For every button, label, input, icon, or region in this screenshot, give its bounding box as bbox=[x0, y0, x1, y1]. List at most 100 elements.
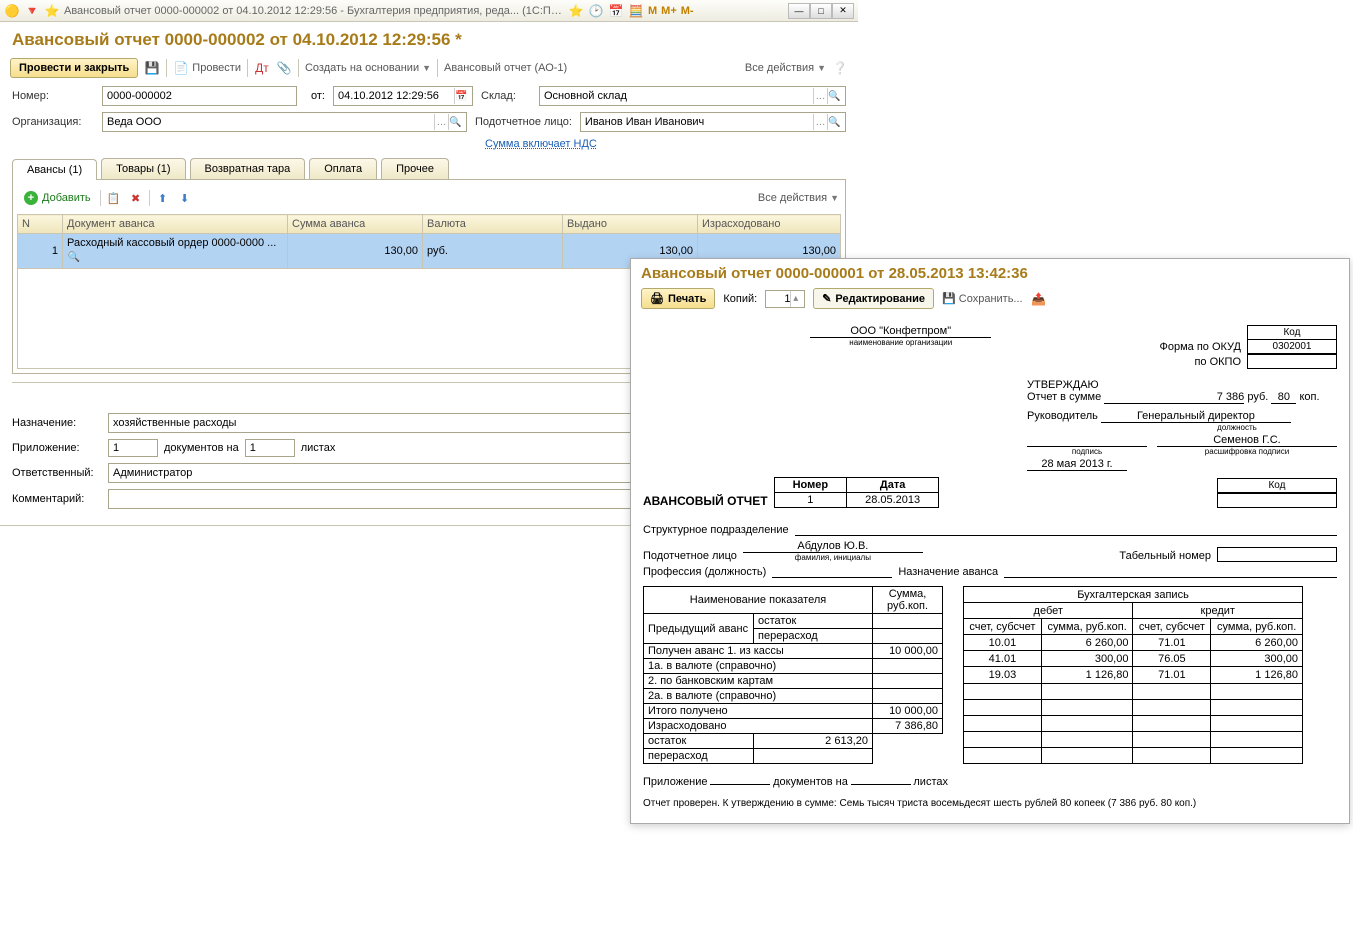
dt-kt-icon[interactable]: Дт bbox=[254, 60, 270, 76]
create-on-button[interactable]: Создать на основании▼ bbox=[305, 62, 431, 74]
comment-label: Комментарий: bbox=[12, 493, 102, 505]
save-icon[interactable]: 💾 bbox=[144, 60, 160, 76]
save-icon: 💾 bbox=[942, 292, 956, 305]
org-name: ООО "Конфетпром" bbox=[810, 325, 991, 338]
warehouse-label: Склад: bbox=[481, 90, 531, 102]
okpo-label: по ОКПО bbox=[1159, 354, 1248, 369]
from-label: от: bbox=[305, 90, 325, 102]
code-header-2: Код bbox=[1217, 478, 1337, 493]
okud-label: Форма по ОКУД bbox=[1159, 339, 1248, 354]
indicators-table: Наименование показателяСумма, руб.коп. П… bbox=[643, 586, 943, 764]
okpo-code bbox=[1247, 354, 1337, 369]
move-down-icon[interactable]: ⬇ bbox=[176, 189, 194, 207]
org-label: Организация: bbox=[12, 116, 94, 128]
tab-goods[interactable]: Товары (1) bbox=[101, 158, 185, 179]
attach-label: Приложение: bbox=[12, 442, 102, 454]
calc-icon[interactable]: 📅 bbox=[608, 3, 624, 19]
col-spent[interactable]: Израсходовано bbox=[698, 215, 841, 234]
grid-all-actions[interactable]: Все действия▼ bbox=[758, 192, 839, 204]
print-button[interactable]: 🖨Печать bbox=[641, 288, 715, 309]
col-doc[interactable]: Документ аванса bbox=[63, 215, 288, 234]
picker-icon[interactable]: … bbox=[434, 114, 448, 130]
warehouse-input[interactable]: Основной склад…🔍 bbox=[539, 86, 846, 106]
tab-strip: Авансы (1) Товары (1) Возвратная тара Оп… bbox=[12, 158, 846, 180]
date-input[interactable]: 04.10.2012 12:29:56📅 bbox=[333, 86, 473, 106]
window-title: Авансовый отчет 0000-000002 от 04.10.201… bbox=[64, 5, 564, 17]
col-issued[interactable]: Выдано bbox=[563, 215, 698, 234]
search-icon[interactable]: 🔍 bbox=[827, 114, 841, 130]
min-button[interactable]: — bbox=[788, 3, 810, 19]
printer-icon: 🖨 bbox=[650, 292, 664, 305]
move-up-icon[interactable]: ⬆ bbox=[154, 189, 172, 207]
mem-m[interactable]: M bbox=[648, 5, 657, 17]
okud-code: 0302001 bbox=[1247, 339, 1337, 354]
search-icon[interactable]: 🔍 bbox=[448, 114, 462, 130]
max-button[interactable]: □ bbox=[810, 3, 832, 19]
export-icon[interactable]: 📤 bbox=[1031, 291, 1047, 307]
command-bar: Провести и закрыть 💾 📄Провести Дт 📎 Созд… bbox=[0, 56, 858, 86]
pages-label: листах bbox=[301, 442, 336, 454]
run-close-button[interactable]: Провести и закрыть bbox=[10, 58, 138, 78]
report-form-button[interactable]: Авансовый отчет (АО-1) bbox=[444, 62, 567, 74]
spinner-icon[interactable]: ▴ bbox=[790, 291, 800, 307]
number-date-table: НомерДата 128.05.2013 bbox=[774, 477, 940, 508]
plus-icon: + bbox=[24, 191, 38, 205]
person-label: Подотчетное лицо: bbox=[475, 116, 572, 128]
row-search-icon[interactable]: 🔍 bbox=[67, 249, 81, 265]
code-header: Код bbox=[1247, 325, 1337, 339]
add-button[interactable]: +Добавить bbox=[19, 188, 96, 208]
vat-link[interactable]: Сумма включает НДС bbox=[485, 138, 597, 150]
picker-icon[interactable]: … bbox=[813, 88, 827, 104]
col-sum[interactable]: Сумма аванса bbox=[288, 215, 423, 234]
edit-icon: ✎ bbox=[822, 292, 831, 305]
fav-star-icon[interactable]: ⭐ bbox=[568, 3, 584, 19]
col-cur[interactable]: Валюта bbox=[423, 215, 563, 234]
report-big-title: АВАНСОВЫЙ ОТЧЕТ bbox=[643, 494, 768, 508]
tab-other[interactable]: Прочее bbox=[381, 158, 449, 179]
number-label: Номер: bbox=[12, 90, 94, 102]
person-input[interactable]: Иванов Иван Иванович…🔍 bbox=[580, 112, 846, 132]
all-actions-button[interactable]: Все действия▼ bbox=[745, 62, 826, 74]
app-icon: 🟡 bbox=[4, 3, 20, 19]
tab-advances[interactable]: Авансы (1) bbox=[12, 159, 97, 180]
print-preview-window: Авансовый отчет 0000-000001 от 28.05.201… bbox=[630, 258, 1350, 824]
mem-mplus[interactable]: M+ bbox=[661, 5, 677, 17]
copy-row-icon[interactable]: 📋 bbox=[105, 189, 123, 207]
search-icon[interactable]: 🔍 bbox=[827, 88, 841, 104]
save-button[interactable]: 💾Сохранить... bbox=[942, 292, 1023, 305]
pages-count-input[interactable] bbox=[245, 439, 295, 457]
org-input[interactable]: Веда ООО…🔍 bbox=[102, 112, 467, 132]
approve-utv: УТВЕРЖДАЮ bbox=[1027, 379, 1337, 391]
print-title: Авансовый отчет 0000-000001 от 28.05.201… bbox=[631, 259, 1349, 286]
run-button[interactable]: 📄Провести bbox=[173, 60, 241, 76]
docs-count-input[interactable] bbox=[108, 439, 158, 457]
number-input[interactable]: 0000-000002 bbox=[102, 86, 297, 106]
org-sublabel: наименование организации bbox=[643, 338, 1159, 347]
picker-icon[interactable]: … bbox=[813, 114, 827, 130]
titlebar: 🟡 🔻 ⭐ Авансовый отчет 0000-000002 от 04.… bbox=[0, 0, 858, 22]
history-icon[interactable]: 🕑 bbox=[588, 3, 604, 19]
attach-icon[interactable]: 📎 bbox=[276, 60, 292, 76]
close-button[interactable]: ✕ bbox=[832, 3, 854, 19]
mem-mminus[interactable]: M- bbox=[681, 5, 694, 17]
down-icon[interactable]: 🔻 bbox=[24, 3, 40, 19]
edit-button[interactable]: ✎Редактирование bbox=[813, 288, 934, 309]
copies-label: Копий: bbox=[723, 293, 757, 305]
verification-text: Отчет проверен. К утверждению в сумме: С… bbox=[643, 798, 1337, 809]
calendar-icon[interactable]: 📅 bbox=[454, 88, 468, 104]
copies-input[interactable]: 1▴ bbox=[765, 290, 805, 308]
run-icon: 📄 bbox=[173, 60, 189, 76]
resp-label: Ответственный: bbox=[12, 467, 102, 479]
delete-row-icon[interactable]: ✖ bbox=[127, 189, 145, 207]
help-icon[interactable]: ❔ bbox=[832, 60, 848, 76]
accounting-table: Бухгалтерская запись дебеткредит счет, с… bbox=[963, 586, 1303, 764]
tab-pay[interactable]: Оплата bbox=[309, 158, 377, 179]
col-n[interactable]: N bbox=[18, 215, 63, 234]
star-icon[interactable]: ⭐ bbox=[44, 3, 60, 19]
attachment-line: Приложение документов на листах bbox=[643, 776, 1337, 788]
purpose-label: Назначение: bbox=[12, 417, 102, 429]
tab-tara[interactable]: Возвратная тара bbox=[190, 158, 306, 179]
calc2-icon[interactable]: 🧮 bbox=[628, 3, 644, 19]
document-title: Авансовый отчет 0000-000002 от 04.10.201… bbox=[0, 22, 858, 56]
docs-on-label: документов на bbox=[164, 442, 239, 454]
